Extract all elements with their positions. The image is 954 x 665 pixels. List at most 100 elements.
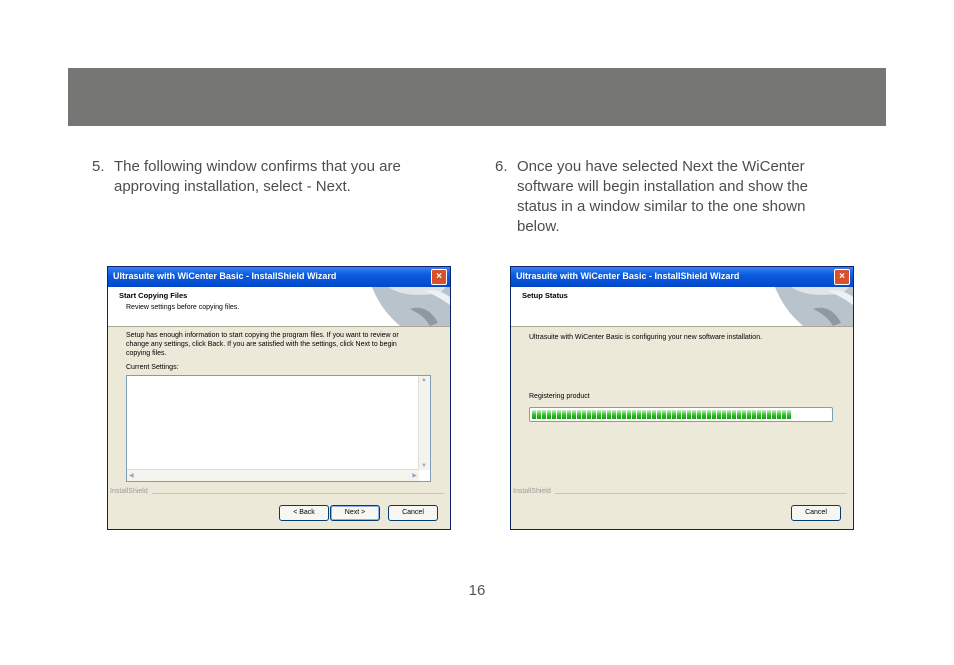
cancel-button[interactable]: Cancel xyxy=(388,505,438,521)
header-band xyxy=(68,68,886,126)
scroll-down-icon[interactable]: ▼ xyxy=(421,463,427,469)
progress-segment xyxy=(617,410,621,419)
progress-segment xyxy=(782,410,786,419)
step-line: approving installation, select - Next. xyxy=(114,178,351,195)
progress-segment xyxy=(757,410,761,419)
progress-segment xyxy=(772,410,776,419)
progress-segment xyxy=(567,410,571,419)
step-text: Once you have selected Next the WiCenter… xyxy=(517,157,808,237)
step-line: status in a window similar to the one sh… xyxy=(517,198,806,215)
progress-segment xyxy=(717,410,721,419)
current-settings-label: Current Settings: xyxy=(126,364,179,371)
divider xyxy=(555,493,847,494)
scroll-up-icon[interactable]: ▲ xyxy=(421,377,427,383)
progress-segment xyxy=(712,410,716,419)
progress-segment xyxy=(707,410,711,419)
progress-segment xyxy=(582,410,586,419)
cancel-button[interactable]: Cancel xyxy=(791,505,841,521)
start-copying-dialog: Ultrasuite with WiCenter Basic - Install… xyxy=(107,266,451,530)
wizard-header: Setup Status xyxy=(511,287,853,327)
vertical-scrollbar[interactable]: ▲ ▼ xyxy=(418,376,430,470)
progress-segment xyxy=(732,410,736,419)
progress-segment xyxy=(632,410,636,419)
step-line: below. xyxy=(517,218,560,235)
divider xyxy=(152,493,444,494)
progress-segment xyxy=(627,410,631,419)
header-title: Start Copying Files xyxy=(119,291,188,300)
progress-segment xyxy=(647,410,651,419)
progress-segment xyxy=(682,410,686,419)
status-message: Ultrasuite with WiCenter Basic is config… xyxy=(529,334,763,341)
message-line: change any settings, click Back. If you … xyxy=(126,341,397,348)
step-text: The following window confirms that you a… xyxy=(114,157,401,197)
installshield-logo-icon xyxy=(372,287,450,326)
message-line: Setup has enough information to start co… xyxy=(126,332,399,339)
step-number: 6. xyxy=(495,158,508,175)
close-icon[interactable]: × xyxy=(431,269,447,285)
progress-segment xyxy=(702,410,706,419)
progress-segment xyxy=(742,410,746,419)
progress-segment xyxy=(607,410,611,419)
progress-segment xyxy=(697,410,701,419)
progress-segment xyxy=(592,410,596,419)
current-settings-box[interactable]: ▲ ▼ ◀ ▶ xyxy=(126,375,431,482)
progress-segment xyxy=(577,410,581,419)
progress-segment xyxy=(727,410,731,419)
progress-segment xyxy=(667,410,671,419)
progress-segment xyxy=(542,410,546,419)
scroll-left-icon[interactable]: ◀ xyxy=(129,472,134,479)
progress-segment xyxy=(552,410,556,419)
installshield-brand: InstallShield xyxy=(513,488,551,495)
progress-segment xyxy=(662,410,666,419)
header-subtitle: Review settings before copying files. xyxy=(126,304,240,311)
progress-segment xyxy=(677,410,681,419)
progress-segment xyxy=(622,410,626,419)
scroll-right-icon[interactable]: ▶ xyxy=(412,472,417,479)
progress-segment xyxy=(762,410,766,419)
progress-segment xyxy=(657,410,661,419)
step-number: 5. xyxy=(92,158,105,175)
back-button[interactable]: < Back xyxy=(279,505,329,521)
progress-segment xyxy=(612,410,616,419)
next-button[interactable]: Next > xyxy=(330,505,380,521)
setup-status-dialog: Ultrasuite with WiCenter Basic - Install… xyxy=(510,266,854,530)
window-title: Ultrasuite with WiCenter Basic - Install… xyxy=(516,271,740,281)
progress-segment xyxy=(737,410,741,419)
setup-message: Setup has enough information to start co… xyxy=(126,331,399,358)
installshield-brand: InstallShield xyxy=(110,488,148,495)
progress-segment xyxy=(547,410,551,419)
progress-segment xyxy=(637,410,641,419)
progress-segment xyxy=(572,410,576,419)
horizontal-scrollbar[interactable]: ◀ ▶ xyxy=(127,469,419,481)
close-icon[interactable]: × xyxy=(834,269,850,285)
progress-segment xyxy=(787,410,791,419)
progress-segment xyxy=(652,410,656,419)
page-number: 16 xyxy=(468,582,486,599)
progress-segment xyxy=(532,410,536,419)
progress-segment xyxy=(672,410,676,419)
progress-segment xyxy=(587,410,591,419)
progress-segment xyxy=(557,410,561,419)
title-bar[interactable]: Ultrasuite with WiCenter Basic - Install… xyxy=(108,267,450,287)
title-bar[interactable]: Ultrasuite with WiCenter Basic - Install… xyxy=(511,267,853,287)
progress-segment xyxy=(747,410,751,419)
progress-segment xyxy=(602,410,606,419)
header-title: Setup Status xyxy=(522,291,568,300)
progress-segment xyxy=(722,410,726,419)
status-label: Registering product xyxy=(529,393,590,400)
installshield-logo-icon xyxy=(775,287,853,326)
progress-segment xyxy=(642,410,646,419)
progress-segment xyxy=(692,410,696,419)
step-line: Once you have selected Next the WiCenter xyxy=(517,158,805,175)
window-title: Ultrasuite with WiCenter Basic - Install… xyxy=(113,271,337,281)
progress-segment xyxy=(562,410,566,419)
progress-segment xyxy=(687,410,691,419)
progress-segment xyxy=(537,410,541,419)
progress-segment xyxy=(597,410,601,419)
step-line: software will begin installation and sho… xyxy=(517,178,808,195)
progress-fill xyxy=(532,410,792,419)
step-line: The following window confirms that you a… xyxy=(114,158,401,175)
progress-segment xyxy=(767,410,771,419)
progress-segment xyxy=(752,410,756,419)
install-progress-bar xyxy=(529,407,833,422)
